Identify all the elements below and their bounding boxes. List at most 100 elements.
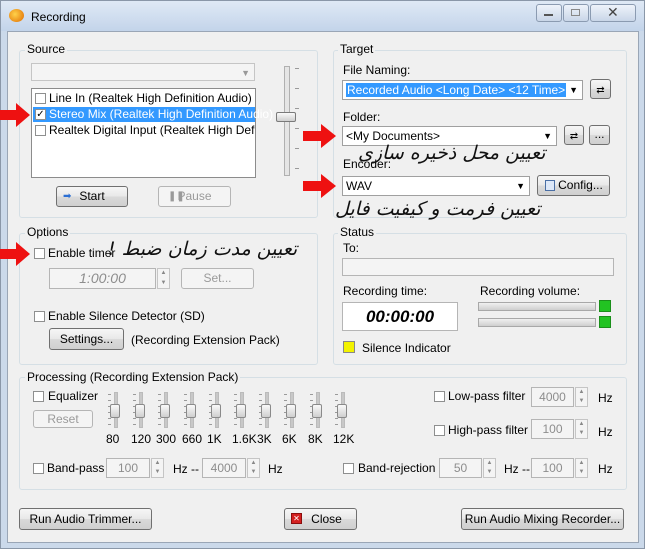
eq-slider-thumb[interactable] <box>186 404 196 418</box>
spin-down-icon[interactable]: ▼ <box>248 468 259 477</box>
bandpass-checkbox[interactable] <box>33 463 44 474</box>
settings-button[interactable]: Settings... <box>49 328 124 350</box>
eq-slider-thumb[interactable] <box>286 404 296 418</box>
equalizer-reset-button[interactable]: Reset <box>33 410 93 428</box>
spin-down-icon[interactable]: ▼ <box>576 429 587 438</box>
title-bar[interactable]: Recording ✕ <box>1 1 644 31</box>
timer-spin-buttons[interactable]: ▲ ▼ <box>157 268 170 289</box>
bandpass-high-field[interactable]: 4000 <box>202 458 246 478</box>
eq-slider-thumb[interactable] <box>236 404 246 418</box>
eq-slider-thumb[interactable] <box>211 404 221 418</box>
spin-down-icon[interactable]: ▼ <box>576 397 587 406</box>
lowpass-checkbox[interactable] <box>434 391 445 402</box>
spin-up-icon[interactable]: ▲ <box>248 459 259 468</box>
lowpass-hz-label: Hz <box>598 391 613 405</box>
device-checkbox[interactable] <box>35 125 46 136</box>
source-volume-slider[interactable] <box>276 66 299 176</box>
folder-refresh-button[interactable]: ⇄ <box>564 125 584 145</box>
spin-down-icon[interactable]: ▼ <box>158 279 169 289</box>
spin-up-icon[interactable]: ▲ <box>576 388 587 397</box>
bandrejection-checkbox[interactable] <box>343 463 354 474</box>
encoder-config-button[interactable]: Config... <box>537 175 610 196</box>
settings-extension-note: (Recording Extension Pack) <box>131 333 280 347</box>
eq-slider-thumb[interactable] <box>110 404 120 418</box>
volume-meter-right <box>478 318 596 327</box>
minimize-button[interactable] <box>536 4 562 22</box>
silence-detector-checkbox[interactable] <box>34 311 45 322</box>
close-button[interactable]: ✕ Close <box>284 508 357 530</box>
eq-slider-3K[interactable] <box>259 392 273 428</box>
eq-slider-1K[interactable] <box>209 392 223 428</box>
pause-button[interactable]: ❚❚ Pause <box>158 186 231 207</box>
spin-up-icon[interactable]: ▲ <box>576 420 587 429</box>
eq-slider-8K[interactable] <box>310 392 324 428</box>
minimize-icon <box>544 14 553 16</box>
timer-duration-field[interactable]: 1:00:00 <box>49 268 156 289</box>
bandrejection-high-field[interactable]: 100 <box>531 458 574 478</box>
eq-slider-thumb[interactable] <box>135 404 145 418</box>
eq-slider-thumb[interactable] <box>337 404 347 418</box>
browse-folder-button[interactable]: ... <box>589 125 610 145</box>
eq-slider-tick <box>310 424 313 425</box>
highpass-value-field[interactable]: 100 <box>531 419 574 439</box>
spin-down-icon[interactable]: ▼ <box>152 468 163 477</box>
equalizer-checkbox[interactable] <box>33 391 44 402</box>
file-naming-value: Recorded Audio <Long Date> <12 Time> <box>346 83 567 97</box>
start-label: Start <box>79 189 105 203</box>
eq-slider-tick <box>108 400 111 401</box>
bandpass-low-spin[interactable]: ▲ ▼ <box>151 458 164 478</box>
eq-slider-tick <box>335 394 338 395</box>
encoder-dropdown[interactable]: WAV ▼ <box>342 176 530 196</box>
eq-slider-80[interactable] <box>108 392 122 428</box>
start-button[interactable]: ➡ Start <box>56 186 128 207</box>
close-window-button[interactable]: ✕ <box>590 4 636 22</box>
eq-slider-thumb[interactable] <box>160 404 170 418</box>
bandpass-high-spin[interactable]: ▲ ▼ <box>247 458 260 478</box>
lowpass-value-field[interactable]: 4000 <box>531 387 574 407</box>
set-timer-button[interactable]: Set... <box>181 268 254 289</box>
eq-slider-6K[interactable] <box>284 392 298 428</box>
slider-tick <box>295 128 299 129</box>
list-item[interactable]: ✓ Stereo Mix (Realtek High Definition Au… <box>33 107 273 122</box>
spin-up-icon[interactable]: ▲ <box>152 459 163 468</box>
bandpass-low-field[interactable]: 100 <box>106 458 150 478</box>
source-device-list[interactable]: Line In (Realtek High Definition Audio) … <box>31 88 273 178</box>
spin-down-icon[interactable]: ▼ <box>576 468 587 477</box>
file-naming-dropdown[interactable]: Recorded Audio <Long Date> <12 Time> ▼ <box>342 80 583 100</box>
eq-slider-tick <box>209 394 212 395</box>
eq-slider-120[interactable] <box>133 392 147 428</box>
equalizer-label: Equalizer <box>48 389 99 403</box>
list-item[interactable]: Realtek Digital Input (Realtek High Defi… <box>33 123 255 138</box>
recording-volume-label: Recording volume: <box>480 284 581 298</box>
bandrejection-low-field[interactable]: 50 <box>439 458 482 478</box>
device-checkbox[interactable] <box>35 93 46 104</box>
maximize-button[interactable] <box>563 4 589 22</box>
bandpass-hz-dash-label: Hz -- <box>173 462 199 476</box>
refresh-icon: ⇄ <box>569 131 579 142</box>
eq-slider-tick <box>335 418 338 419</box>
spin-up-icon[interactable]: ▲ <box>158 269 169 279</box>
spin-up-icon[interactable]: ▲ <box>484 459 495 468</box>
eq-slider-12K[interactable] <box>335 392 349 428</box>
eq-slider-thumb[interactable] <box>312 404 322 418</box>
eq-slider-660[interactable] <box>184 392 198 428</box>
run-audio-mixing-recorder-button[interactable]: Run Audio Mixing Recorder... <box>461 508 624 530</box>
eq-slider-1.6K[interactable] <box>234 392 248 428</box>
bandrejection-high-spin[interactable]: ▲ ▼ <box>575 458 588 478</box>
spin-down-icon[interactable]: ▼ <box>484 468 495 477</box>
file-naming-refresh-button[interactable]: ⇄ <box>590 79 611 99</box>
silence-detector-label: Enable Silence Detector (SD) <box>48 309 205 323</box>
device-checkbox[interactable]: ✓ <box>35 109 46 120</box>
run-audio-trimmer-button[interactable]: Run Audio Trimmer... <box>19 508 152 530</box>
eq-slider-300[interactable] <box>158 392 172 428</box>
highpass-spin-buttons[interactable]: ▲ ▼ <box>575 419 588 439</box>
eq-slider-thumb[interactable] <box>261 404 271 418</box>
bandrejection-low-spin[interactable]: ▲ ▼ <box>483 458 496 478</box>
spin-up-icon[interactable]: ▲ <box>576 459 587 468</box>
highpass-checkbox[interactable] <box>434 425 445 436</box>
list-item[interactable]: Line In (Realtek High Definition Audio) <box>33 91 255 106</box>
source-device-dropdown[interactable]: ▼ <box>31 63 255 81</box>
enable-timer-checkbox[interactable] <box>34 248 45 259</box>
lowpass-spin-buttons[interactable]: ▲ ▼ <box>575 387 588 407</box>
slider-thumb[interactable] <box>276 112 296 122</box>
